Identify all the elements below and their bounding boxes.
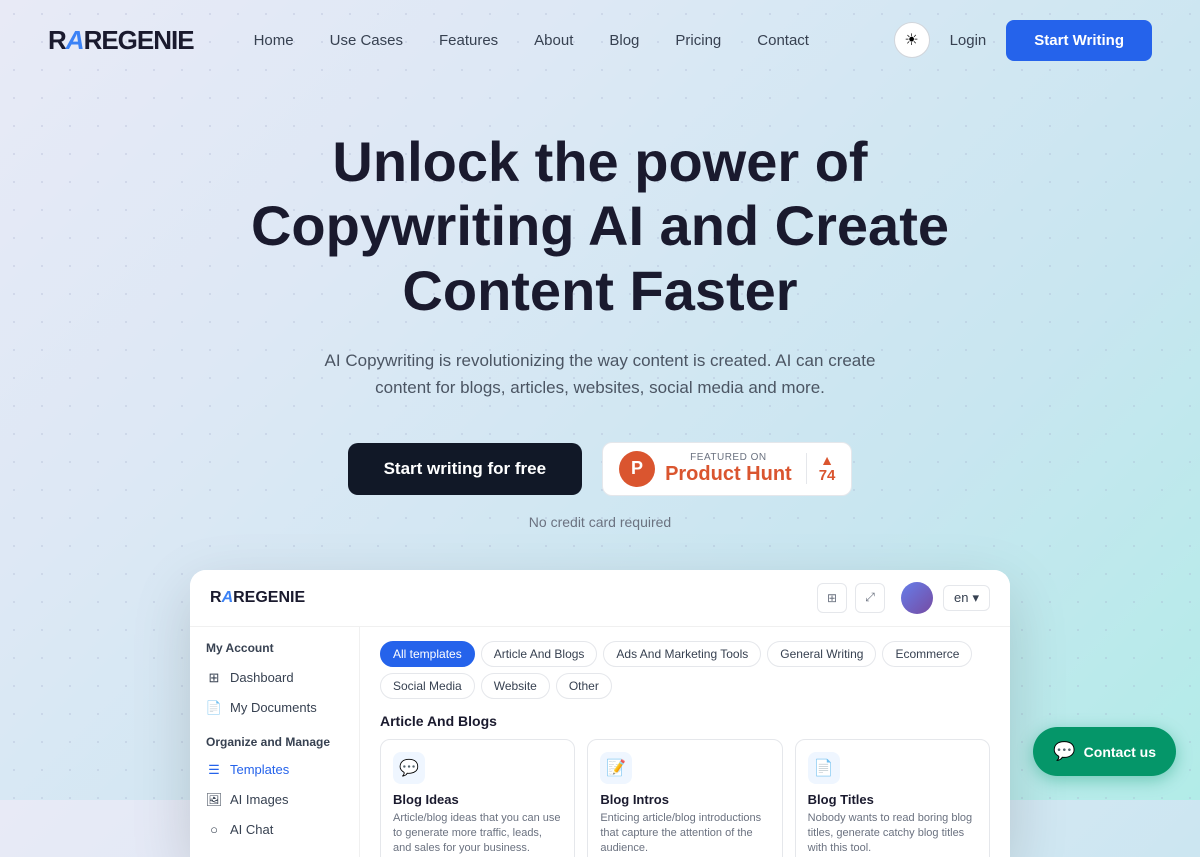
main-nav: Home Use Cases Features About Blog Prici… bbox=[254, 32, 894, 49]
card-blog-titles[interactable]: 📄 Blog Titles Nobody wants to read borin… bbox=[795, 739, 990, 857]
nav-home[interactable]: Home bbox=[254, 32, 294, 49]
blog-intros-icon: 📝 bbox=[600, 752, 632, 784]
product-hunt-featured-label: FEATURED ON bbox=[665, 452, 792, 463]
language-selector[interactable]: en ▾ bbox=[943, 585, 990, 611]
product-hunt-upvote: ▲ 74 bbox=[806, 453, 836, 484]
tab-all-templates[interactable]: All templates bbox=[380, 641, 475, 667]
nav-use-cases[interactable]: Use Cases bbox=[330, 32, 403, 49]
chevron-down-icon: ▾ bbox=[972, 590, 979, 606]
sidebar-item-templates[interactable]: ☰ Templates bbox=[190, 755, 359, 785]
sidebar-ai-chat-label: AI Chat bbox=[230, 822, 273, 837]
hero-subtext: AI Copywriting is revolutionizing the wa… bbox=[300, 347, 900, 401]
template-tabs: All templates Article And Blogs Ads And … bbox=[380, 641, 990, 699]
tab-other[interactable]: Other bbox=[556, 673, 612, 699]
documents-icon: 📄 bbox=[206, 700, 222, 716]
sidebar-templates-label: Templates bbox=[230, 762, 289, 777]
avatar bbox=[901, 582, 933, 614]
chat-icon: 💬 bbox=[1053, 741, 1075, 762]
tab-general-writing[interactable]: General Writing bbox=[767, 641, 876, 667]
card-blog-ideas[interactable]: 💬 Blog Ideas Article/blog ideas that you… bbox=[380, 739, 575, 857]
tab-social-media[interactable]: Social Media bbox=[380, 673, 475, 699]
app-body: My Account ⊞ Dashboard 📄 My Documents Or… bbox=[190, 627, 1010, 857]
product-hunt-badge[interactable]: P FEATURED ON Product Hunt ▲ 74 bbox=[602, 442, 852, 496]
card-blog-titles-desc: Nobody wants to read boring blog titles,… bbox=[808, 811, 977, 857]
upvote-count: 74 bbox=[819, 467, 836, 484]
app-sidebar: My Account ⊞ Dashboard 📄 My Documents Or… bbox=[190, 627, 360, 857]
theme-toggle-button[interactable]: ☀ bbox=[894, 22, 930, 58]
tab-article-blogs[interactable]: Article And Blogs bbox=[481, 641, 598, 667]
app-header-icons: ⊞ ⤢ bbox=[817, 583, 885, 613]
blog-titles-icon: 📄 bbox=[808, 752, 840, 784]
ai-chat-icon: ○ bbox=[206, 822, 222, 838]
start-writing-button[interactable]: Start Writing bbox=[1006, 20, 1152, 61]
nav-blog[interactable]: Blog bbox=[609, 32, 639, 49]
app-preview: RAREGENIE ⊞ ⤢ en ▾ My Account ⊞ Dashboar… bbox=[190, 570, 1010, 857]
nav-about[interactable]: About bbox=[534, 32, 573, 49]
sidebar-item-my-documents[interactable]: 📄 My Documents bbox=[190, 693, 359, 723]
contact-us-label: Contact us bbox=[1084, 744, 1156, 760]
logo: RAREGENIE bbox=[48, 25, 194, 56]
sidebar-item-dashboard[interactable]: ⊞ Dashboard bbox=[190, 663, 359, 693]
grid-icon-button[interactable]: ⊞ bbox=[817, 583, 847, 613]
upvote-arrow-icon: ▲ bbox=[820, 453, 834, 467]
blog-ideas-icon: 💬 bbox=[393, 752, 425, 784]
hero-headline: Unlock the power of Copywriting AI and C… bbox=[190, 130, 1010, 323]
card-blog-titles-title: Blog Titles bbox=[808, 792, 977, 807]
product-hunt-logo: P bbox=[619, 451, 655, 487]
lang-label: en bbox=[954, 590, 968, 605]
sidebar-dashboard-label: Dashboard bbox=[230, 670, 294, 685]
card-blog-intros-title: Blog Intros bbox=[600, 792, 769, 807]
sidebar-documents-label: My Documents bbox=[230, 700, 317, 715]
app-logo: RAREGENIE bbox=[210, 589, 305, 607]
card-blog-intros[interactable]: 📝 Blog Intros Enticing article/blog intr… bbox=[587, 739, 782, 857]
tab-ads-marketing[interactable]: Ads And Marketing Tools bbox=[603, 641, 761, 667]
tab-website[interactable]: Website bbox=[481, 673, 550, 699]
card-blog-intros-desc: Enticing article/blog introductions that… bbox=[600, 811, 769, 857]
app-header: RAREGENIE ⊞ ⤢ en ▾ bbox=[190, 570, 1010, 627]
login-button[interactable]: Login bbox=[950, 32, 987, 49]
card-blog-ideas-desc: Article/blog ideas that you can use to g… bbox=[393, 811, 562, 857]
header-right: ☀ Login Start Writing bbox=[894, 20, 1152, 61]
cards-row: 💬 Blog Ideas Article/blog ideas that you… bbox=[380, 739, 990, 857]
organize-label: Organize and Manage bbox=[190, 723, 359, 755]
templates-icon: ☰ bbox=[206, 762, 222, 778]
section-label: Article And Blogs bbox=[380, 713, 990, 729]
product-hunt-text: FEATURED ON Product Hunt bbox=[665, 452, 792, 486]
app-main: All templates Article And Blogs Ads And … bbox=[360, 627, 1010, 857]
expand-icon-button[interactable]: ⤢ bbox=[855, 583, 885, 613]
sun-icon: ☀ bbox=[904, 30, 918, 50]
dashboard-icon: ⊞ bbox=[206, 670, 222, 686]
sidebar-item-ai-chat[interactable]: ○ AI Chat bbox=[190, 815, 359, 845]
nav-features[interactable]: Features bbox=[439, 32, 498, 49]
card-blog-ideas-title: Blog Ideas bbox=[393, 792, 562, 807]
hero-buttons: Start writing for free P FEATURED ON Pro… bbox=[20, 442, 1180, 496]
start-writing-free-button[interactable]: Start writing for free bbox=[348, 443, 582, 495]
contact-us-button[interactable]: 💬 Contact us bbox=[1033, 727, 1176, 776]
hero-section: Unlock the power of Copywriting AI and C… bbox=[0, 80, 1200, 560]
nav-contact[interactable]: Contact bbox=[757, 32, 809, 49]
nav-pricing[interactable]: Pricing bbox=[675, 32, 721, 49]
my-account-label: My Account bbox=[190, 641, 359, 663]
product-hunt-name: Product Hunt bbox=[665, 463, 792, 486]
tab-ecommerce[interactable]: Ecommerce bbox=[882, 641, 972, 667]
no-credit-label: No credit card required bbox=[20, 514, 1180, 530]
